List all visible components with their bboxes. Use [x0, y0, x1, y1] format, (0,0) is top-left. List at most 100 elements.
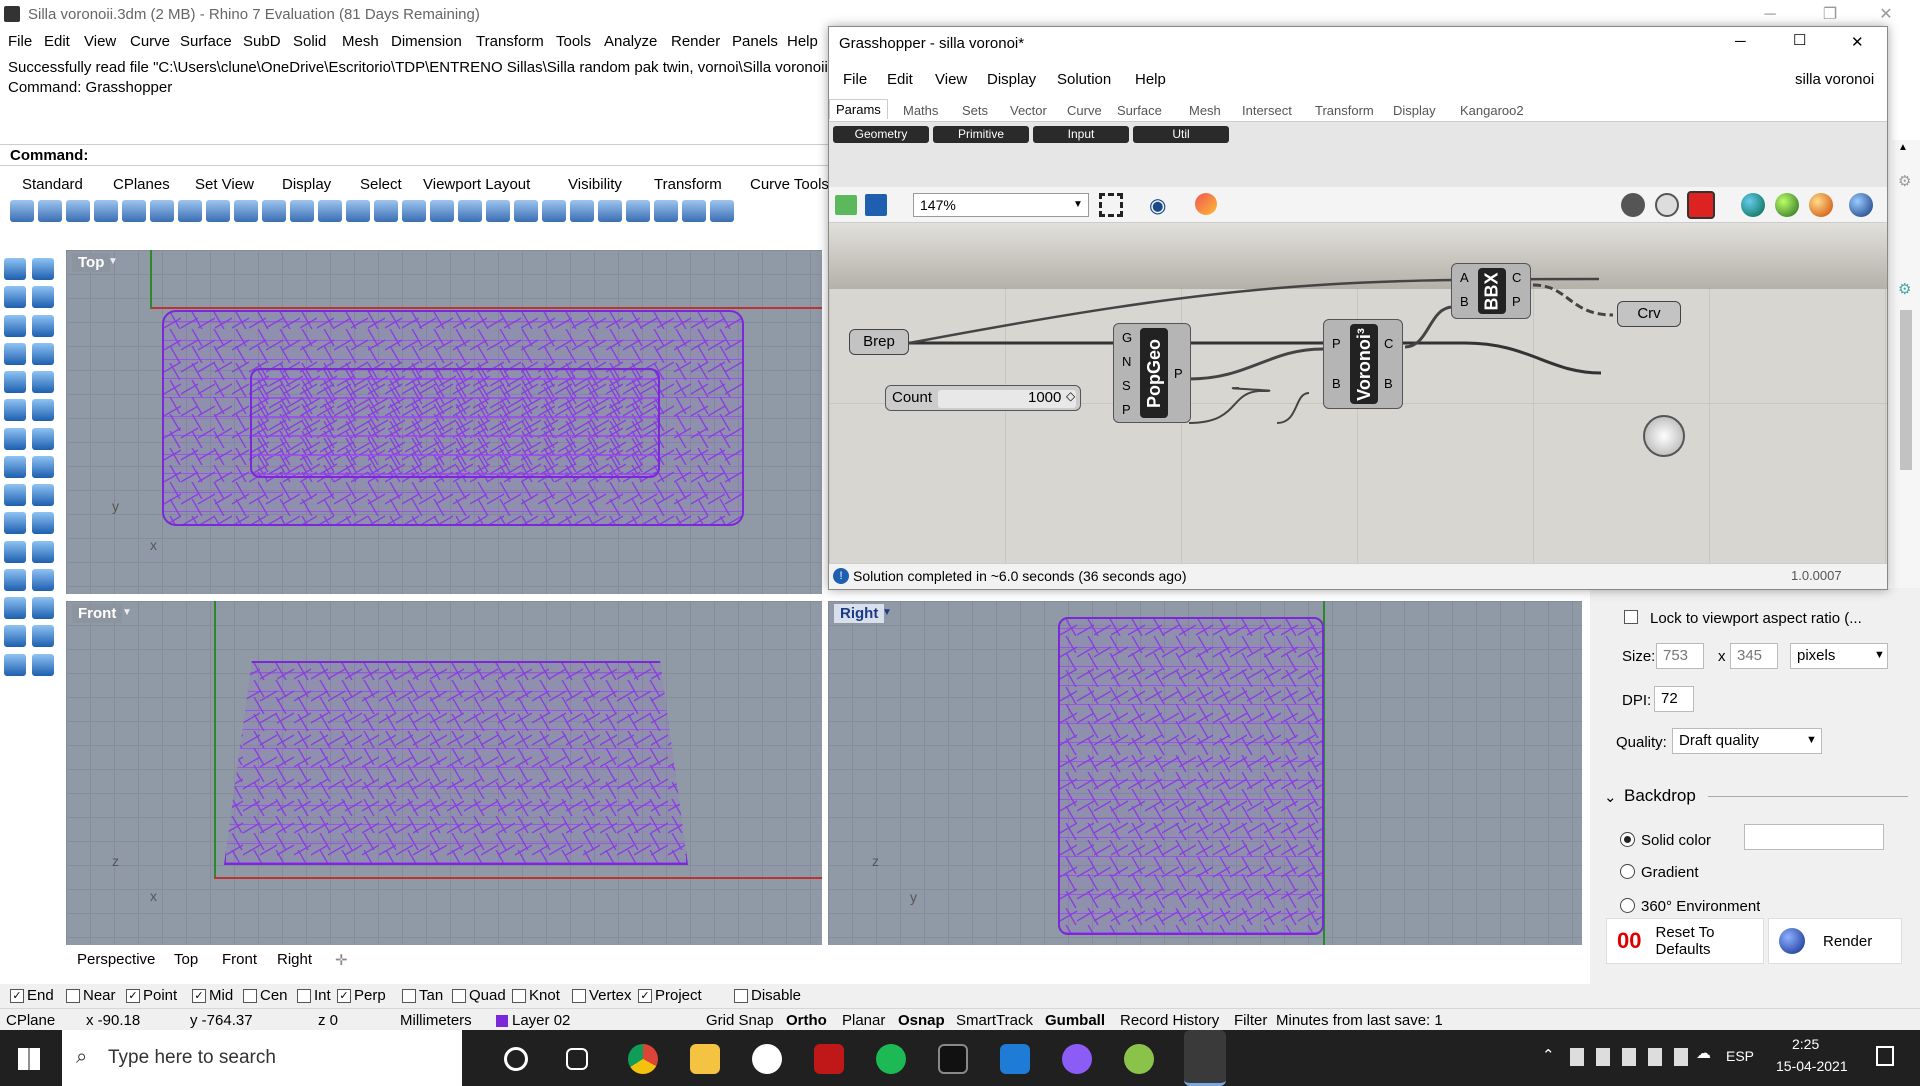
undo-view-icon[interactable]	[430, 200, 454, 222]
port-s[interactable]: S	[1122, 378, 1131, 393]
zoom-selected-icon[interactable]	[402, 200, 426, 222]
group-util[interactable]: Util	[1133, 126, 1229, 143]
mirror-icon[interactable]	[32, 568, 54, 591]
osnap-int[interactable]: Int	[297, 987, 331, 1004]
material-green-icon[interactable]	[1775, 193, 1799, 217]
status-cplane[interactable]: CPlane	[6, 1012, 55, 1029]
osnap-cen[interactable]: Cen	[243, 987, 288, 1004]
red-app-icon[interactable]	[814, 1044, 844, 1074]
osnap-project[interactable]: ✓ Project	[638, 987, 702, 1004]
mesh-icon[interactable]	[4, 455, 26, 478]
gh-minimize-icon[interactable]: ─	[1735, 33, 1746, 50]
print-icon[interactable]	[94, 200, 118, 222]
gh-menu-display[interactable]: Display	[987, 71, 1036, 88]
status-units[interactable]: Millimeters	[400, 1012, 472, 1029]
solid-color-radio[interactable]: Solid color	[1620, 832, 1711, 849]
windows-start-icon[interactable]	[18, 1048, 40, 1070]
preview-off-icon[interactable]	[1621, 193, 1645, 217]
menu-panels[interactable]: Panels	[732, 33, 778, 50]
viewport-top[interactable]: Top ▼ y x	[66, 250, 822, 594]
viewport-menu-icon[interactable]: ▼	[122, 607, 132, 618]
box-icon[interactable]	[4, 427, 26, 450]
scroll-up-icon[interactable]: ▲	[1898, 142, 1908, 153]
render-button[interactable]: Render	[1768, 918, 1902, 964]
menu-solid[interactable]: Solid	[293, 33, 326, 50]
status-planar[interactable]: Planar	[842, 1012, 885, 1029]
sketch-icon[interactable]	[1195, 193, 1217, 215]
scrollbar-thumb[interactable]	[1900, 310, 1912, 470]
cut-icon[interactable]	[150, 200, 174, 222]
status-filter[interactable]: Filter	[1234, 1012, 1267, 1029]
freeform-icon[interactable]	[32, 371, 54, 394]
minimize-icon[interactable]: ─	[1748, 2, 1792, 28]
grid-icon[interactable]	[32, 653, 54, 676]
point-icon[interactable]	[32, 258, 54, 280]
join-icon[interactable]	[32, 484, 54, 507]
layers-icon[interactable]	[598, 200, 622, 222]
viewport-menu-icon[interactable]: ▼	[882, 607, 892, 618]
brep-param[interactable]: Brep	[849, 329, 909, 355]
lock-aspect-checkbox[interactable]	[1624, 610, 1638, 628]
surface-icon[interactable]	[4, 399, 26, 422]
port-out-c[interactable]: C	[1512, 270, 1521, 285]
status-grid-snap[interactable]: Grid Snap	[706, 1012, 774, 1029]
group-input[interactable]: Input	[1033, 126, 1129, 143]
viewport-label-front[interactable]: Front	[72, 604, 123, 623]
layer-icon[interactable]	[4, 653, 26, 676]
menu-edit[interactable]: Edit	[44, 33, 70, 50]
restore-icon[interactable]: ❐	[1808, 2, 1852, 28]
gh-menu-edit[interactable]: Edit	[887, 71, 913, 88]
osnap-point[interactable]: ✓ Point	[126, 987, 177, 1004]
paste-icon[interactable]	[206, 200, 230, 222]
osnap-near[interactable]: Near	[66, 987, 116, 1004]
hide-icon[interactable]	[626, 200, 650, 222]
port-out-c[interactable]: C	[1384, 336, 1393, 351]
polyline-icon[interactable]	[4, 286, 26, 309]
clock-date[interactable]: 15-04-2021	[1776, 1058, 1848, 1074]
reset-defaults-button[interactable]: 00 Reset To Defaults	[1606, 918, 1764, 964]
chevron-down-icon[interactable]: ▼	[1073, 199, 1083, 210]
array-icon[interactable]	[4, 597, 26, 620]
boolean-icon[interactable]	[32, 597, 54, 620]
taskbar-search[interactable]: ⌕ Type here to search	[62, 1030, 462, 1086]
polygon-icon[interactable]	[32, 342, 54, 365]
voronoi-chair-right[interactable]	[1058, 617, 1324, 935]
gh-tab-mesh[interactable]: Mesh	[1189, 103, 1221, 118]
port-a[interactable]: A	[1460, 270, 1469, 285]
menu-render[interactable]: Render	[671, 33, 720, 50]
sphere-icon[interactable]	[32, 427, 54, 450]
curve-icon[interactable]	[32, 286, 54, 309]
cloud-icon[interactable]: ☁	[1696, 1044, 1711, 1062]
port-out-b[interactable]: B	[1384, 376, 1393, 391]
tab-right[interactable]: Right	[277, 951, 312, 968]
shaded-icon[interactable]	[514, 200, 538, 222]
gear-icon[interactable]: ⚙	[1898, 172, 1911, 190]
gh-menu-help[interactable]: Help	[1135, 71, 1166, 88]
rotate-icon[interactable]	[32, 540, 54, 563]
pan-icon[interactable]	[262, 200, 286, 222]
menu-mesh[interactable]: Mesh	[342, 33, 379, 50]
voronoi-component[interactable]: P B Voronoi³ C B	[1323, 319, 1403, 409]
viewport-menu-icon[interactable]: ▼	[108, 256, 118, 267]
undo-icon[interactable]	[234, 200, 258, 222]
port-g[interactable]: G	[1122, 330, 1132, 345]
menu-file[interactable]: File	[8, 33, 32, 50]
spotify-icon[interactable]	[876, 1044, 906, 1074]
terminal-icon[interactable]	[938, 1044, 968, 1074]
width-input[interactable]: 753	[1656, 643, 1704, 669]
popgeo-component[interactable]: G N S P PopGeo P	[1113, 323, 1191, 423]
tab-set-view[interactable]: Set View	[195, 176, 254, 193]
new-icon[interactable]	[10, 200, 34, 222]
group-geometry[interactable]: Geometry	[833, 126, 929, 143]
close-icon[interactable]: ✕	[1864, 2, 1908, 28]
material-orange-icon[interactable]	[1809, 193, 1833, 217]
ellipse-icon[interactable]	[4, 342, 26, 365]
gh-tab-intersect[interactable]: Intersect	[1242, 103, 1292, 118]
status-layer[interactable]: Layer 02	[512, 1012, 570, 1029]
status-gumball[interactable]: Gumball	[1045, 1012, 1105, 1029]
menu-curve[interactable]: Curve	[130, 33, 170, 50]
port-b[interactable]: B	[1332, 376, 1341, 391]
task-view-icon[interactable]	[566, 1048, 588, 1070]
xbox-icon[interactable]	[752, 1044, 782, 1074]
quality-select[interactable]: Draft quality	[1672, 728, 1822, 754]
